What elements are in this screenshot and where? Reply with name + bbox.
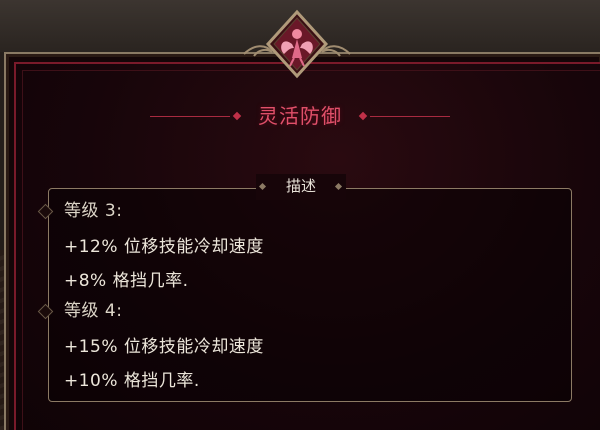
skill-title: 灵活防御 bbox=[258, 104, 342, 128]
skill-title-banner: 灵活防御 bbox=[150, 96, 450, 140]
winged-figure-emblem-icon bbox=[243, 9, 351, 79]
level-effect: +15% 位移技能冷却速度 bbox=[64, 337, 264, 357]
level-effect: +12% 位移技能冷却速度 bbox=[64, 237, 264, 257]
description-header: 描述 bbox=[256, 174, 346, 200]
level-effect: +8% 格挡几率. bbox=[64, 271, 189, 291]
level-heading: 等级 4: bbox=[64, 301, 123, 321]
skill-tooltip-screen: 灵活防御 描述 等级 3: +12% 位移技能冷却速度 +8% 格挡几率. 等级… bbox=[0, 0, 600, 430]
description-header-label: 描述 bbox=[285, 177, 316, 195]
header-diamond-icon bbox=[258, 182, 267, 191]
level-effect: +10% 格挡几率. bbox=[64, 371, 200, 391]
header-diamond-icon bbox=[334, 182, 343, 191]
title-divider-right bbox=[370, 116, 450, 117]
level-heading: 等级 3: bbox=[64, 201, 123, 221]
